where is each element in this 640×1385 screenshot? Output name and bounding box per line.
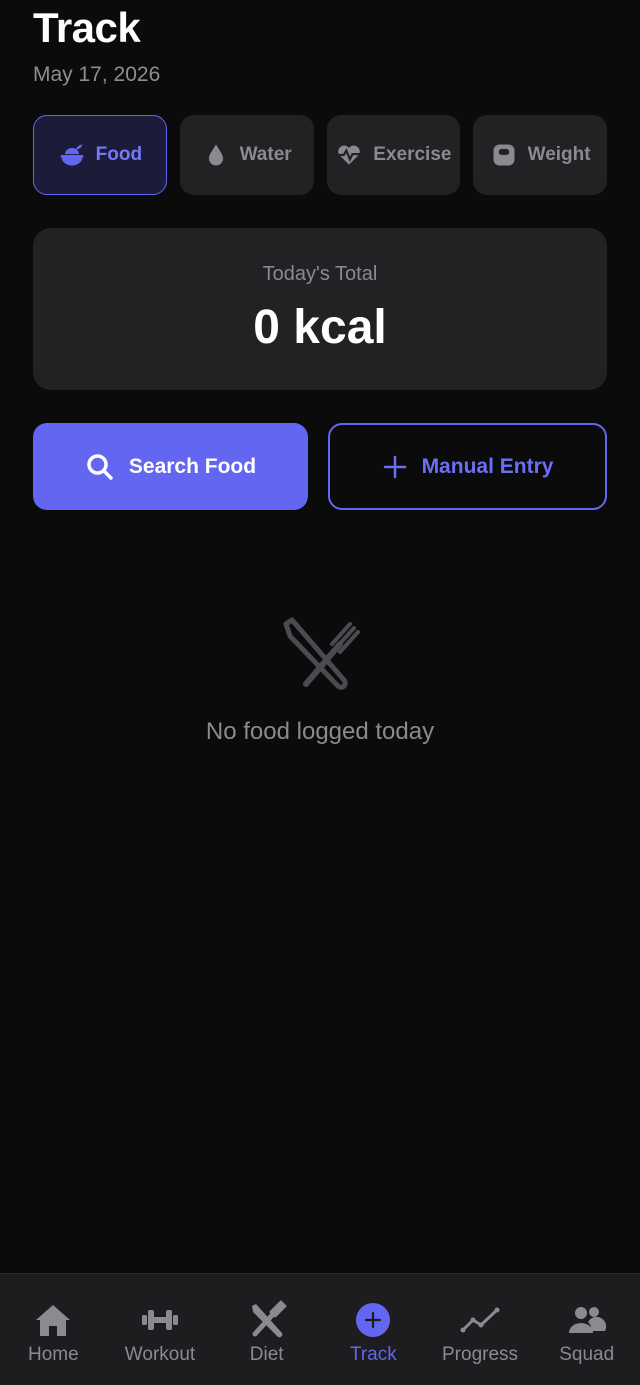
total-value: 0 kcal [253, 301, 387, 354]
tracking-tabs: Food Water Exercise Weight [33, 115, 607, 195]
tab-weight-label: Weight [527, 144, 591, 165]
nav-diet-label: Diet [249, 1344, 284, 1365]
page-title: Track [33, 4, 141, 51]
utensils-icon [283, 617, 360, 690]
nav-home-label: Home [27, 1344, 79, 1365]
tab-food-label: Food [95, 144, 143, 165]
nav-item-diet[interactable]: Diet [213, 1274, 320, 1385]
trend-line-icon [460, 1307, 500, 1333]
search-icon [87, 453, 113, 480]
empty-state-text: No food logged today [205, 718, 435, 745]
current-date: May 17, 2026 [33, 63, 161, 86]
nav-track-label: Track [349, 1344, 397, 1365]
plus-circle-icon [356, 1303, 391, 1337]
manual-entry-button[interactable]: Manual Entry [328, 423, 607, 510]
water-drop-icon [208, 144, 223, 166]
search-food-button[interactable]: Search Food [33, 423, 308, 510]
nav-item-workout[interactable]: Workout [107, 1274, 214, 1385]
nav-item-progress[interactable]: Progress [427, 1274, 534, 1385]
nav-item-track[interactable]: Track [320, 1274, 427, 1385]
nav-workout-label: Workout [124, 1344, 196, 1365]
search-food-label: Search Food [128, 454, 257, 478]
todays-total-card: Today's Total 0 kcal [33, 228, 607, 390]
tab-exercise-label: Exercise [373, 144, 452, 165]
food-icon [60, 144, 84, 166]
dumbbell-icon [142, 1310, 178, 1330]
kettlebell-icon [493, 144, 515, 166]
utensils-icon [251, 1300, 287, 1338]
users-icon [568, 1307, 606, 1333]
bottom-navigation: Home Workout Diet Track Progress Squad [0, 1273, 640, 1385]
total-label: Today's Total [262, 263, 378, 285]
nav-item-squad[interactable]: Squad [533, 1274, 640, 1385]
tab-water-label: Water [239, 144, 292, 165]
nav-item-home[interactable]: Home [0, 1274, 107, 1385]
nav-squad-label: Squad [559, 1344, 615, 1365]
heart-pulse-icon [337, 145, 361, 165]
manual-entry-label: Manual Entry [421, 454, 554, 478]
plus-icon [383, 455, 406, 478]
tab-weight[interactable]: Weight [473, 115, 607, 195]
nav-progress-label: Progress [442, 1344, 519, 1365]
tab-water[interactable]: Water [179, 115, 314, 195]
home-icon [36, 1305, 71, 1336]
tab-food[interactable]: Food [33, 115, 167, 195]
tab-exercise[interactable]: Exercise [326, 115, 461, 195]
